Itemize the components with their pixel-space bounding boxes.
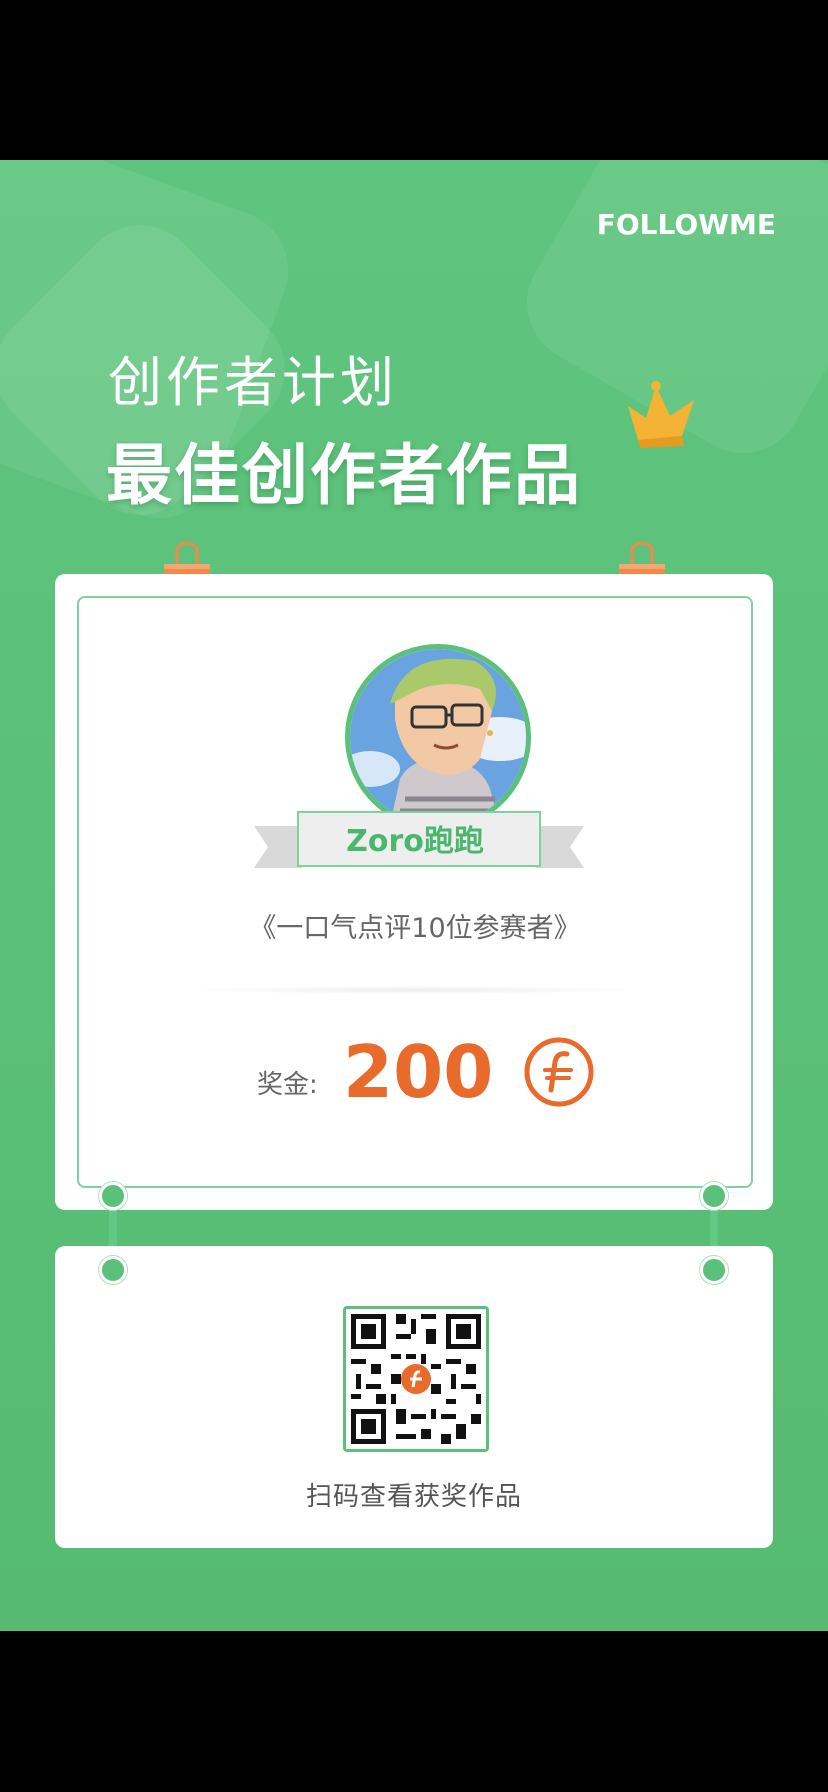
followme-coin-icon <box>524 1037 594 1107</box>
prize-row: 奖金: 200 <box>79 1018 751 1118</box>
winner-card-frame: Zoro跑跑 《一口气点评10位参赛者》 奖金: 200 <box>77 596 753 1188</box>
ring-icon <box>99 1256 127 1284</box>
avatar <box>345 644 531 830</box>
prize-value: 200 <box>343 1030 494 1114</box>
ring-icon <box>99 1182 127 1210</box>
crown-icon <box>628 381 694 448</box>
ring-icon <box>700 1182 728 1210</box>
winner-name: Zoro跑跑 <box>346 824 484 859</box>
prize-label: 奖金: <box>257 1070 318 1100</box>
winner-card: Zoro跑跑 《一口气点评10位参赛者》 奖金: 200 <box>55 574 773 1210</box>
work-title: 《一口气点评10位参赛者》 <box>249 913 581 944</box>
poster: FOLLOWME 创作者计划 最佳创作者作品 Zoro跑跑 《一口气点评10位参… <box>0 160 828 1631</box>
scan-caption: 扫码查看获奖作品 <box>305 1482 522 1512</box>
brand-logo: FOLLOWME <box>596 208 776 241</box>
divider <box>179 986 651 994</box>
avatar-image <box>350 649 526 825</box>
qr-card: 扫码查看获奖作品 <box>55 1246 773 1548</box>
qr-code-icon[interactable] <box>343 1306 489 1452</box>
page-title: 最佳创作者作品 <box>106 437 582 514</box>
ring-icon <box>700 1256 728 1284</box>
page-subtitle: 创作者计划 <box>108 351 398 414</box>
